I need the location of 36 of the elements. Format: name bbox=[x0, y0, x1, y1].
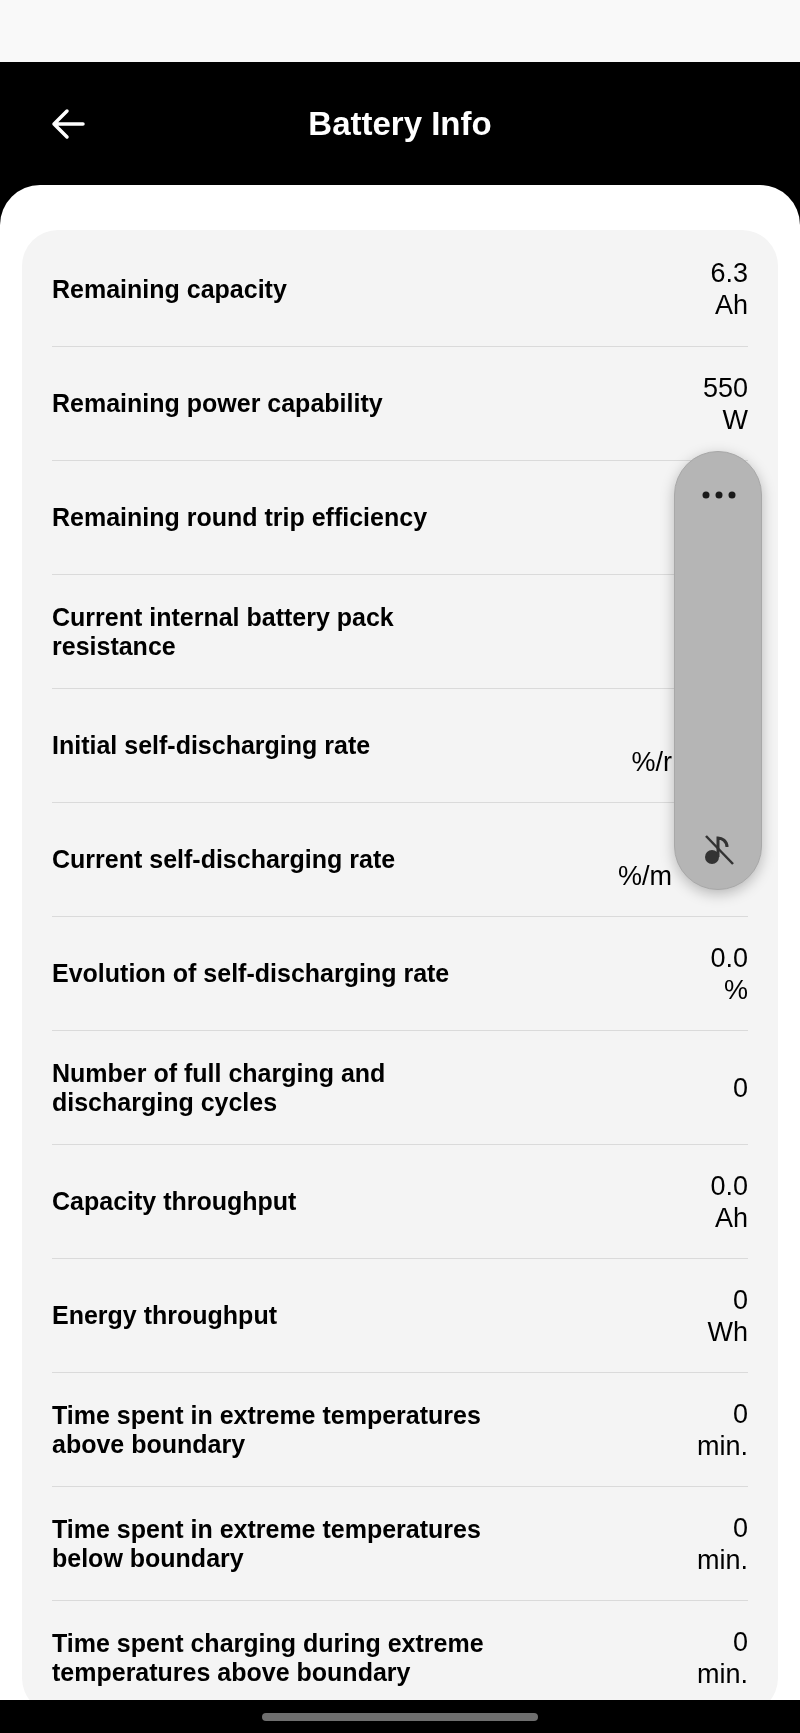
info-value: 0 bbox=[732, 1511, 748, 1544]
info-unit: Wh bbox=[707, 1315, 748, 1348]
info-label: Number of full charging and discharging cycles bbox=[52, 1058, 387, 1117]
info-label: Remaining power capability bbox=[52, 389, 384, 418]
more-icon bbox=[702, 491, 736, 499]
info-unit: Ah bbox=[714, 289, 748, 321]
info-unit: min. bbox=[697, 1657, 748, 1690]
info-value: 0 bbox=[732, 1625, 748, 1658]
info-unit: Ah bbox=[714, 1201, 748, 1234]
info-label: Remaining round trip efficiency bbox=[52, 503, 429, 532]
info-value: 0 bbox=[732, 1283, 748, 1316]
info-label: Time spent charging during extreme temperatures above boundary bbox=[52, 1628, 485, 1687]
info-label: Current internal battery pack resistance bbox=[52, 602, 395, 661]
info-label: Current self-discharging rate bbox=[52, 845, 397, 874]
info-label: Capacity throughput bbox=[52, 1187, 298, 1216]
page-title: Battery Info bbox=[308, 103, 492, 144]
info-unit: min. bbox=[697, 1543, 748, 1576]
info-unit: min. bbox=[697, 1429, 748, 1462]
back-arrow-icon bbox=[50, 108, 86, 140]
info-value: 550 bbox=[702, 371, 748, 404]
info-value: 0.0 bbox=[710, 1169, 748, 1202]
info-value: 6.3 bbox=[710, 257, 748, 289]
info-value: 0.0 bbox=[710, 941, 748, 974]
info-label: Remaining capacity bbox=[52, 274, 288, 304]
info-value: 0 bbox=[732, 1397, 748, 1430]
info-label: Time spent in extreme temperatures below boundary bbox=[52, 1514, 482, 1573]
info-unit: % bbox=[724, 973, 748, 1006]
info-label: Evolution of self-discharging rate bbox=[52, 959, 451, 988]
info-label: Initial self-discharging rate bbox=[52, 731, 372, 760]
home-handle[interactable] bbox=[262, 1712, 538, 1721]
info-unit: %/m bbox=[618, 859, 672, 892]
info-label: Time spent in extreme temperatures above boundary bbox=[52, 1400, 482, 1459]
info-unit: W bbox=[722, 403, 748, 436]
info-value: 0 bbox=[732, 1071, 748, 1104]
info-label: Energy throughput bbox=[52, 1301, 278, 1330]
info-unit: %/r bbox=[631, 745, 672, 778]
